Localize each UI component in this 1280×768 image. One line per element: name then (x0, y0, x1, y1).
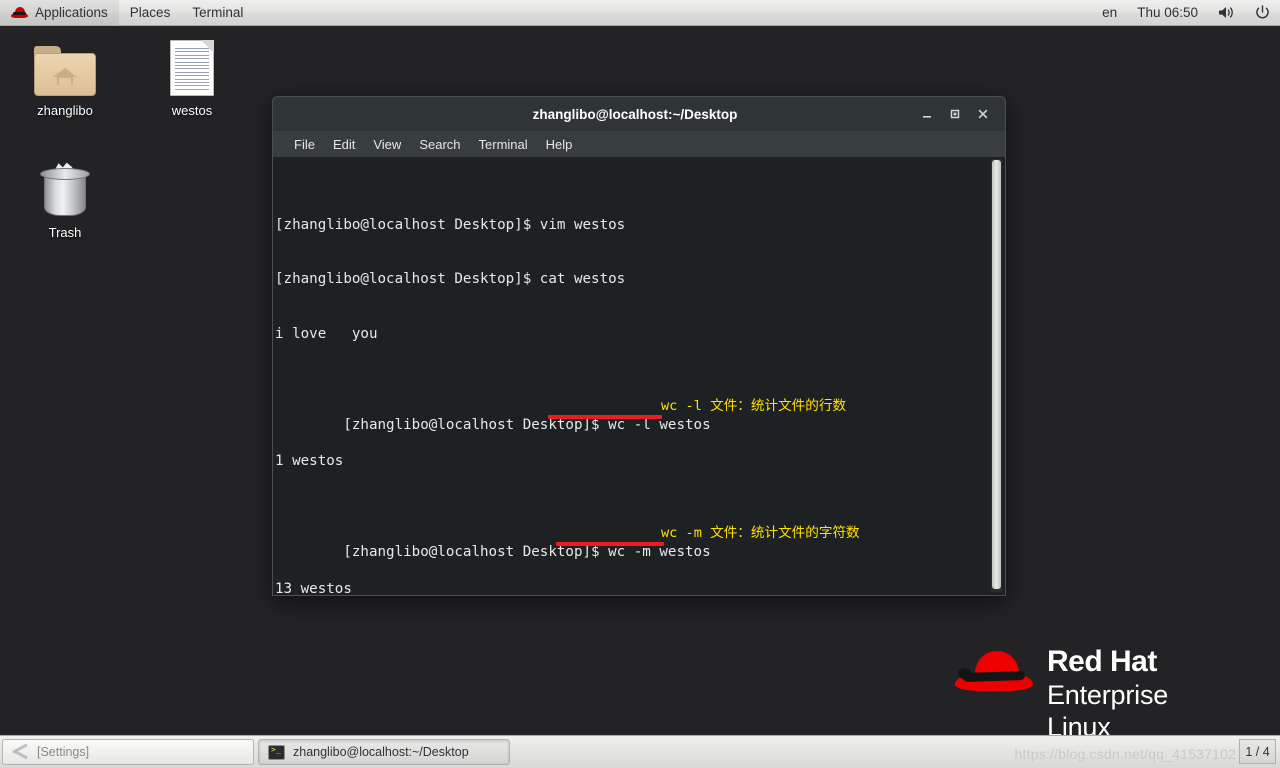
desktop-icon-label: zhanglibo (37, 103, 93, 118)
menu-search[interactable]: Search (410, 135, 469, 154)
desktop-icon-label: westos (171, 103, 213, 118)
top-panel: Applications Places Terminal en Thu 06:5… (0, 0, 1280, 26)
desktop-icon-zhanglibo[interactable]: zhanglibo (6, 34, 124, 119)
underline-wc-m (556, 541, 664, 546)
trash-icon (6, 156, 124, 218)
applications-menu-label: Applications (35, 5, 108, 20)
places-menu-label: Places (129, 5, 171, 20)
maximize-icon (950, 109, 960, 119)
taskbar-item-label: zhanglibo@localhost:~/Desktop (293, 745, 469, 759)
terminal-output: [zhanglibo@localhost Desktop]$ vim westo… (275, 161, 973, 596)
redhat-branding: Red Hat Enterprise Linux (955, 645, 1215, 742)
maximize-button[interactable] (941, 97, 969, 132)
terminal-line: [zhanglibo@localhost Desktop]$ wc -l wes… (275, 397, 973, 433)
taskbar-item-label: [Settings] (37, 745, 90, 759)
terminal-line-text: 1 westos (275, 453, 344, 470)
terminal-line: 13 westos (275, 580, 973, 596)
keyboard-layout-label: en (1102, 5, 1118, 20)
power-icon-glyph (1256, 5, 1269, 19)
menu-edit[interactable]: Edit (324, 135, 364, 154)
terminal-line: 1 westos (275, 452, 973, 470)
power-icon[interactable] (1245, 0, 1280, 25)
workspace-label: 1 / 4 (1245, 744, 1270, 759)
tools-icon (12, 742, 29, 760)
taskbar-item-terminal[interactable]: zhanglibo@localhost:~/Desktop (258, 739, 510, 765)
terminal-line-text: [zhanglibo@localhost Desktop]$ cat westo… (275, 271, 626, 288)
desktop-icon-trash[interactable]: Trash (6, 156, 124, 241)
terminal-scrollbar-thumb[interactable] (992, 160, 1001, 589)
clock[interactable]: Thu 06:50 (1127, 0, 1208, 25)
menu-terminal[interactable]: Terminal (470, 135, 537, 154)
terminal-line: [zhanglibo@localhost Desktop]$ cat westo… (275, 270, 973, 288)
menu-view[interactable]: View (364, 135, 410, 154)
terminal-title: zhanglibo@localhost:~/Desktop (532, 106, 738, 122)
bottom-panel: [Settings] zhanglibo@localhost:~/Desktop… (0, 735, 1280, 768)
minimize-icon (923, 116, 931, 118)
annotation-wc-l: wc -l 文件：统计文件的行数 (661, 397, 847, 414)
redhat-brand-line1: Red Hat (1047, 645, 1157, 678)
redhat-brand-line2: Enterprise Linux (1047, 680, 1169, 742)
close-icon (978, 109, 988, 119)
terminal-line-text: [zhanglibo@localhost Desktop]$ wc -l wes… (343, 416, 711, 433)
clock-label: Thu 06:50 (1137, 5, 1198, 20)
applications-menu[interactable]: Applications (0, 0, 119, 25)
terminal-menubar: File Edit View Search Terminal Help (272, 131, 1006, 157)
terminal-line-text: 13 westos (275, 580, 352, 596)
volume-icon[interactable] (1208, 0, 1245, 25)
minimize-button[interactable] (913, 97, 941, 132)
terminal-window[interactable]: zhanglibo@localhost:~/Desktop File Edit … (272, 96, 1006, 596)
workspace-switcher[interactable]: 1 / 4 (1239, 739, 1276, 764)
text-file-icon (133, 34, 251, 96)
redhat-icon (11, 6, 28, 19)
keyboard-layout-indicator[interactable]: en (1092, 0, 1127, 25)
home-folder-icon (6, 34, 124, 96)
terminal-menu-label: Terminal (192, 5, 244, 20)
close-button[interactable] (969, 97, 997, 132)
terminal-line: [zhanglibo@localhost Desktop]$ vim westo… (275, 216, 973, 234)
taskbar-item-settings[interactable]: [Settings] (2, 739, 254, 765)
places-menu[interactable]: Places (119, 0, 182, 25)
desktop-icon-westos[interactable]: westos (133, 34, 251, 119)
terminal-scrollbar[interactable] (991, 159, 1002, 592)
terminal-titlebar[interactable]: zhanglibo@localhost:~/Desktop (272, 96, 1006, 131)
terminal-body[interactable]: [zhanglibo@localhost Desktop]$ vim westo… (272, 157, 1006, 596)
terminal-line-text: [zhanglibo@localhost Desktop]$ vim westo… (275, 216, 626, 233)
volume-icon-glyph (1219, 7, 1233, 18)
terminal-menu[interactable]: Terminal (181, 0, 254, 25)
terminal-line: i love you (275, 325, 973, 343)
terminal-line-text: i love you (275, 325, 378, 342)
desktop-icon-label: Trash (48, 225, 82, 240)
terminal-icon (268, 744, 285, 760)
annotation-wc-m: wc -m 文件：统计文件的字符数 (661, 524, 860, 541)
redhat-branding-text: Red Hat Enterprise Linux (1047, 645, 1215, 743)
menu-help[interactable]: Help (537, 135, 582, 154)
underline-wc-l (548, 414, 662, 419)
terminal-line: [zhanglibo@localhost Desktop]$ wc -m wes… (275, 524, 973, 560)
watermark: https://blog.csdn.net/qq_41537102 (1014, 746, 1236, 762)
redhat-fedora-icon (955, 651, 1033, 695)
menu-file[interactable]: File (285, 135, 324, 154)
terminal-line-text: [zhanglibo@localhost Desktop]$ wc -m wes… (343, 544, 711, 561)
top-panel-status-area: en Thu 06:50 (1092, 0, 1280, 25)
